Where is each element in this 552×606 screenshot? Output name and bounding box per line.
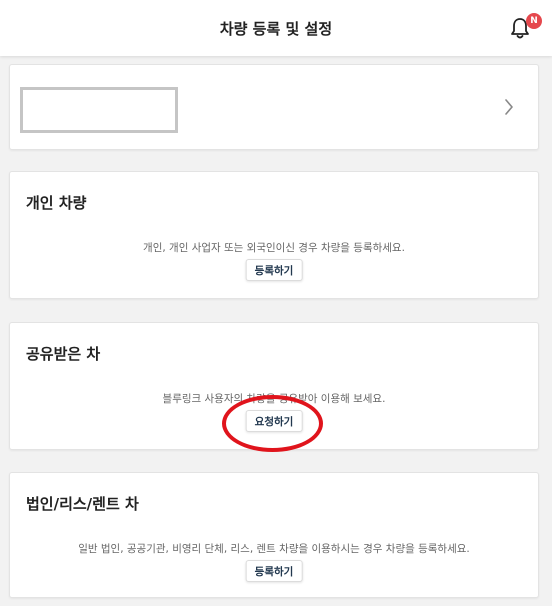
notification-badge: N — [526, 13, 542, 29]
registered-vehicle-card[interactable] — [9, 64, 539, 150]
app-header: 차량 등록 및 설정 N — [0, 0, 552, 56]
corporate-vehicle-description: 일반 법인, 공공기관, 비영리 단체, 리스, 렌트 차량을 이용하시는 경우… — [78, 543, 470, 555]
shared-vehicle-title: 공유받은 차 — [26, 345, 101, 363]
chevron-right-icon — [505, 99, 513, 115]
corporate-vehicle-card: 법인/리스/렌트 차 일반 법인, 공공기관, 비영리 단체, 리스, 렌트 차… — [9, 472, 539, 598]
notification-button[interactable]: N — [510, 13, 542, 41]
register-corporate-button[interactable]: 등록하기 — [245, 560, 303, 582]
personal-vehicle-card: 개인 차량 개인, 개인 사업자 또는 외국인이신 경우 차량을 등록하세요. … — [9, 171, 539, 299]
personal-vehicle-title: 개인 차량 — [26, 194, 87, 212]
corporate-vehicle-title: 법인/리스/렌트 차 — [26, 495, 139, 513]
page-title: 차량 등록 및 설정 — [219, 19, 333, 38]
personal-vehicle-description: 개인, 개인 사업자 또는 외국인이신 경우 차량을 등록하세요. — [143, 242, 405, 254]
vehicle-image-placeholder — [20, 87, 178, 133]
register-personal-button[interactable]: 등록하기 — [245, 259, 303, 281]
red-highlight-circle — [222, 395, 323, 452]
